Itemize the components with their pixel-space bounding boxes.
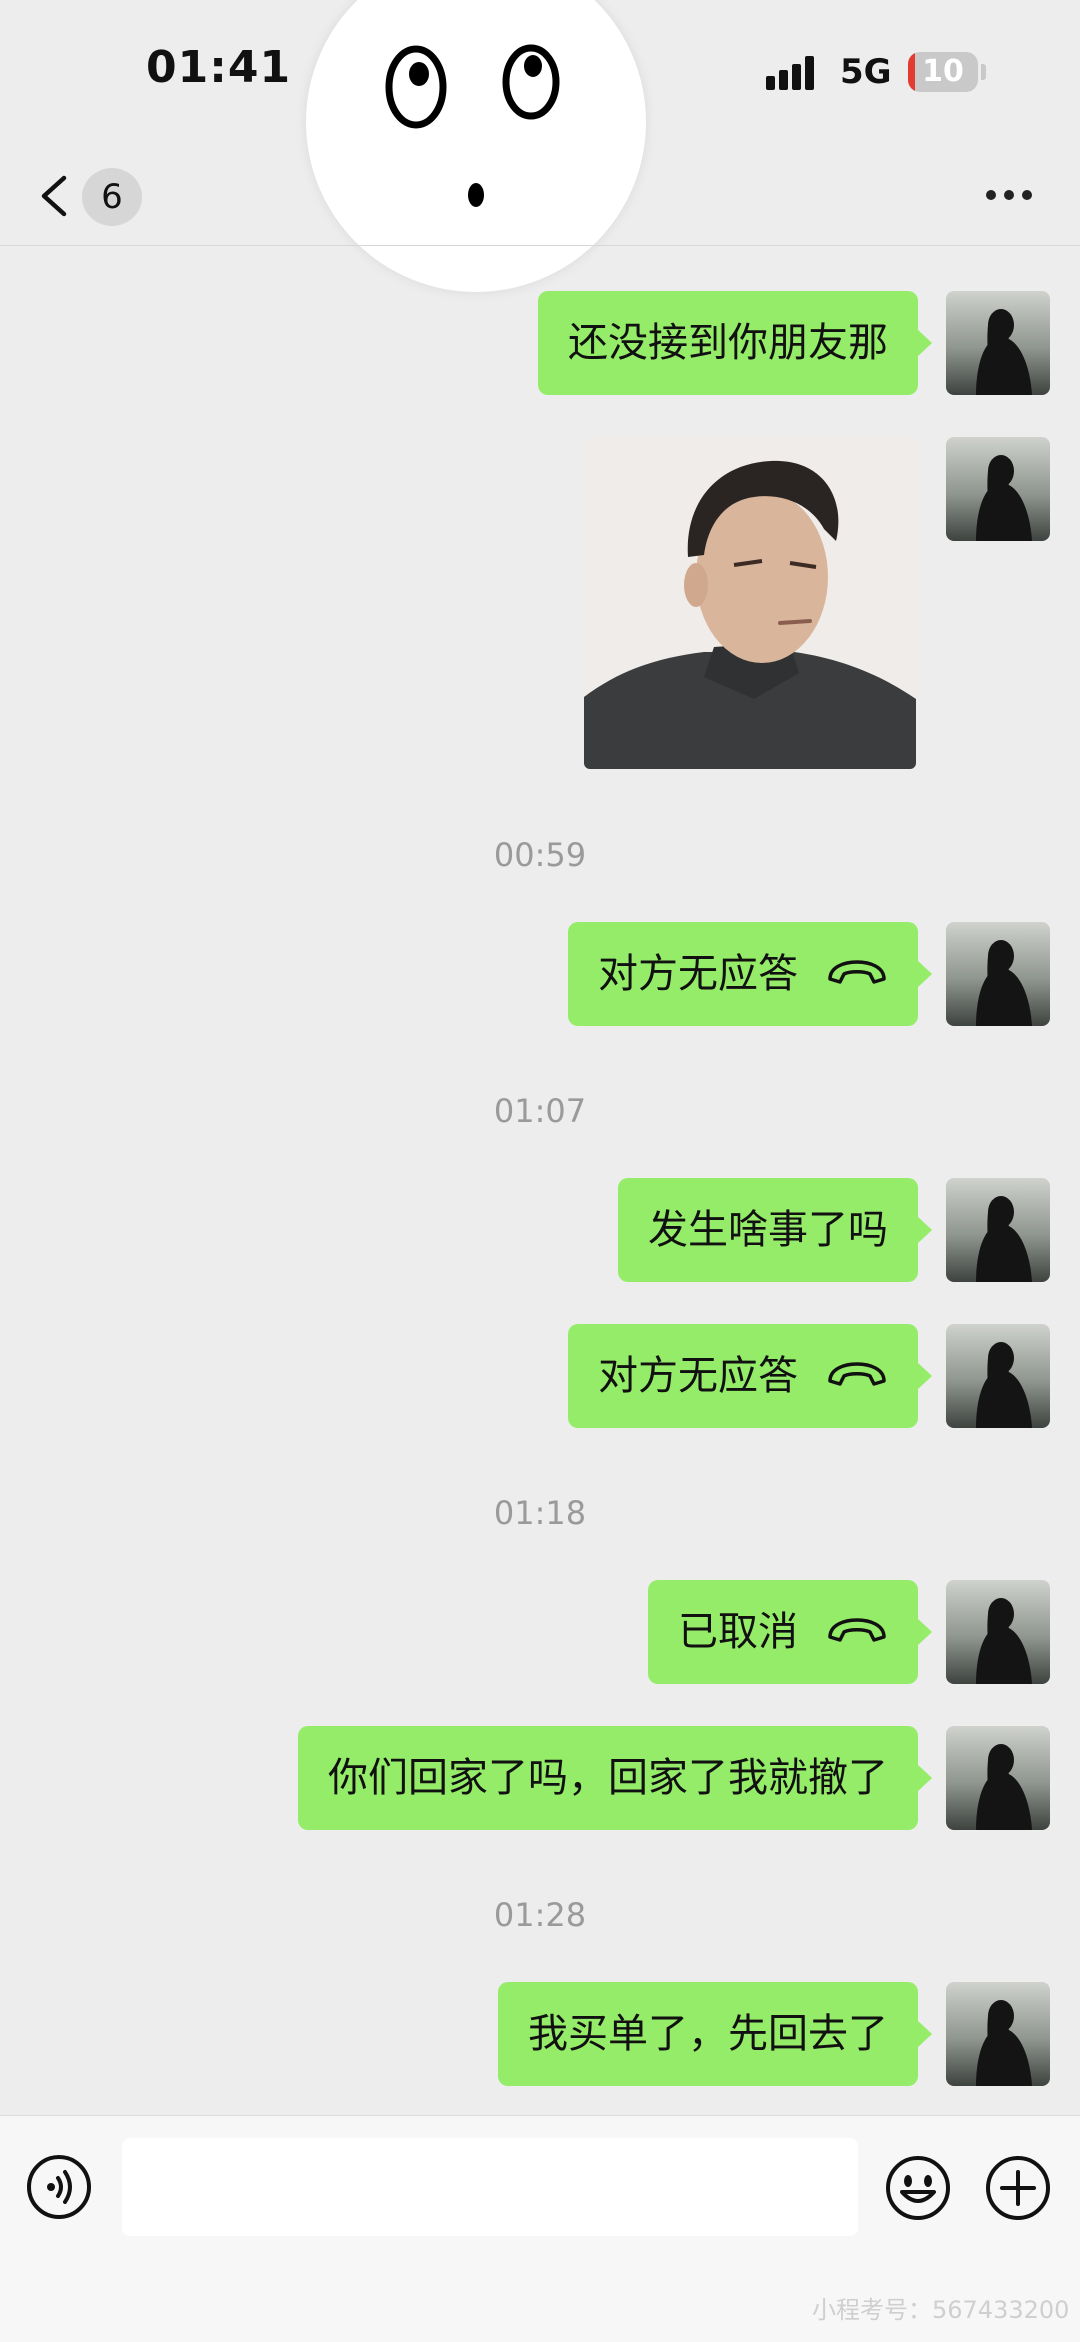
message-timestamp: 01:18: [493, 1494, 587, 1532]
more-functions-button[interactable]: [984, 2154, 1052, 2222]
message-row: 对方无应答: [0, 1324, 1080, 1428]
back-button[interactable]: 6: [34, 164, 144, 228]
phone-hangup-icon: [828, 1618, 886, 1642]
message-row: 对方无应答: [0, 922, 1080, 1026]
chevron-left-icon: [41, 175, 67, 217]
message-row: [0, 437, 1080, 769]
voice-button[interactable]: [26, 2154, 92, 2220]
battery-text: 10: [922, 54, 964, 89]
avatar[interactable]: [946, 1982, 1050, 2086]
call-status-text: 对方无应答: [598, 951, 798, 997]
message-timestamp: 01:07: [493, 1092, 587, 1130]
message-bubble[interactable]: 发生啥事了吗: [618, 1178, 932, 1282]
battery-icon: 10: [908, 52, 978, 92]
avatar[interactable]: [946, 922, 1050, 1026]
avatar[interactable]: [946, 1580, 1050, 1684]
plus-icon: [986, 2156, 1050, 2220]
phone-hangup-icon: [828, 960, 886, 984]
network-label: 5G: [840, 52, 892, 92]
call-bubble[interactable]: 已取消: [648, 1580, 932, 1684]
voice-icon: [27, 2155, 91, 2219]
phone-hangup-icon: [828, 1362, 886, 1386]
avatar[interactable]: [946, 1726, 1050, 1830]
watermark: 小程考号：567433200: [812, 2296, 1070, 2324]
avatar[interactable]: [946, 1324, 1050, 1428]
message-row: 还没接到你朋友那: [0, 291, 1080, 395]
message-timestamp: 00:59: [493, 836, 587, 874]
unread-badge: 6: [82, 168, 142, 226]
call-bubble[interactable]: 对方无应答: [568, 922, 932, 1026]
message-row: 已取消: [0, 1580, 1080, 1684]
message-timestamp: 01:28: [493, 1896, 587, 1934]
battery-cap: [981, 64, 986, 80]
avatar[interactable]: [946, 437, 1050, 541]
message-bubble[interactable]: 还没接到你朋友那: [538, 291, 932, 395]
message-bubble[interactable]: 你们回家了吗，回家了我就撤了: [298, 1726, 932, 1830]
signal-icon: [766, 56, 824, 90]
avatar[interactable]: [946, 1178, 1050, 1282]
photo-message[interactable]: [584, 437, 916, 769]
emoji-icon: [886, 2156, 950, 2220]
call-bubble[interactable]: 对方无应答: [568, 1324, 932, 1428]
photo-man-icon: [584, 437, 916, 769]
call-status-text: 对方无应答: [598, 1353, 798, 1399]
message-row: 我买单了，先回去了: [0, 1982, 1080, 2086]
message-row: 你们回家了吗，回家了我就撤了: [0, 1726, 1080, 1830]
message-bubble[interactable]: 我买单了，先回去了: [498, 1982, 932, 2086]
status-time: 01:41: [146, 42, 292, 93]
message-input[interactable]: [122, 2138, 858, 2236]
more-button[interactable]: [980, 180, 1040, 210]
emoji-button[interactable]: [884, 2154, 952, 2222]
chat-header: 6: [0, 150, 1080, 246]
message-row: 发生啥事了吗: [0, 1178, 1080, 1282]
face-sticker-icon: [306, 0, 646, 292]
avatar[interactable]: [946, 291, 1050, 395]
call-status-text: 已取消: [678, 1609, 798, 1655]
